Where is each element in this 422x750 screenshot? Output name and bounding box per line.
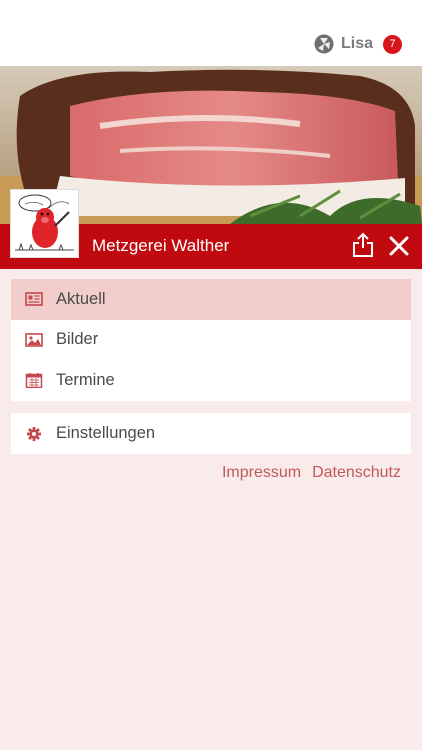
pig-mascot-logo — [11, 190, 78, 257]
share-icon[interactable] — [352, 232, 374, 258]
app-logo-icon — [314, 34, 334, 54]
close-icon[interactable] — [388, 235, 410, 257]
shop-avatar — [10, 189, 79, 258]
datenschutz-link[interactable]: Datenschutz — [312, 464, 401, 482]
footer-links: Impressum Datenschutz — [222, 464, 401, 482]
menu-label-einstellungen: Einstellungen — [56, 424, 156, 442]
newspaper-icon — [25, 292, 43, 307]
menu-item-einstellungen[interactable]: Einstellungen — [11, 413, 411, 454]
calendar-icon — [25, 373, 43, 389]
settings-menu: Einstellungen — [11, 413, 411, 454]
menu-label-aktuell: Aktuell — [56, 289, 106, 308]
menu-item-bilder[interactable]: Bilder — [11, 320, 411, 361]
menu-item-aktuell[interactable]: Aktuell — [11, 279, 411, 320]
impressum-link[interactable]: Impressum — [222, 464, 301, 482]
menu-item-termine[interactable]: Termine — [11, 360, 411, 401]
top-bar: Lisa 7 — [0, 0, 422, 66]
image-icon — [25, 332, 43, 347]
gear-icon — [27, 426, 41, 441]
notification-badge[interactable]: 7 — [383, 34, 402, 54]
menu-label-bilder: Bilder — [56, 330, 99, 349]
user-name[interactable]: Lisa — [341, 35, 373, 53]
shop-title: Metzgerei Walther — [92, 236, 230, 255]
main-menu: Aktuell Bilder Termine — [11, 279, 411, 401]
menu-label-termine: Termine — [56, 370, 115, 389]
user-menu[interactable]: Lisa 7 — [314, 34, 402, 54]
